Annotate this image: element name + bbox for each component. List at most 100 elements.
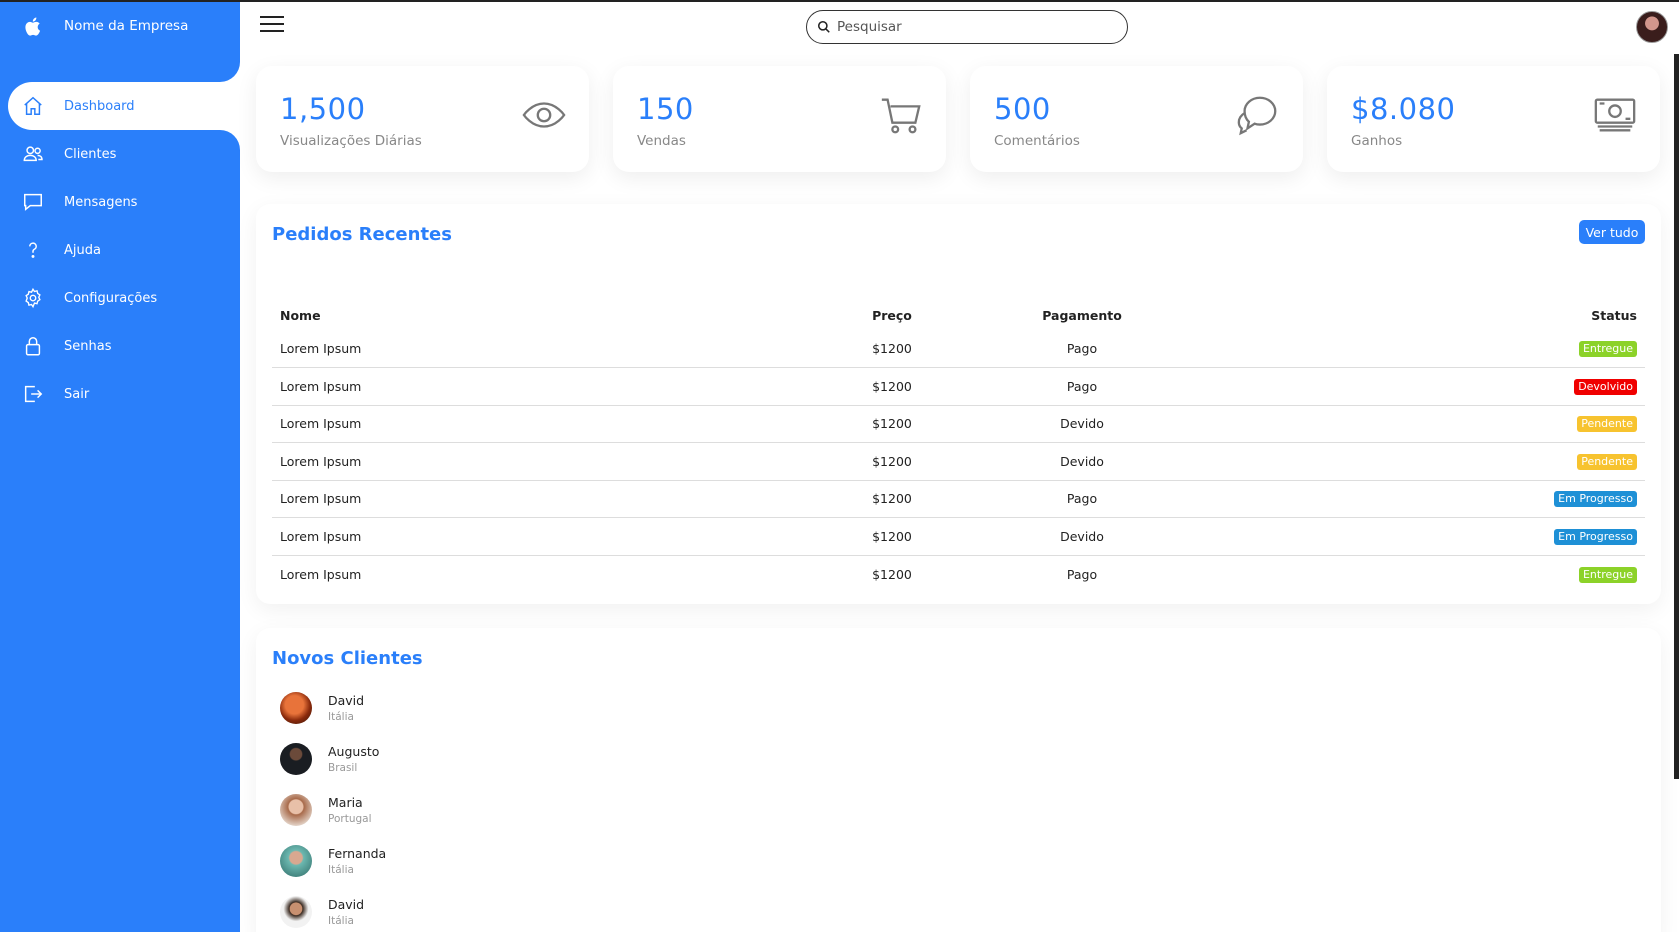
stats-cards: 1,500 Visualizações Diárias 150 Vendas 5… — [256, 66, 1661, 174]
card-comments[interactable]: 500 Comentários — [970, 66, 1303, 172]
user-avatar[interactable] — [1636, 11, 1668, 43]
cart-icon — [881, 98, 921, 134]
scrollbar[interactable] — [1674, 54, 1679, 779]
company-name: Nome da Empresa — [64, 18, 189, 34]
cell-payment: Pago — [1066, 341, 1098, 356]
sidebar-item-sair[interactable]: Sair — [0, 370, 240, 418]
brand[interactable]: Nome da Empresa — [0, 0, 240, 82]
avatar — [280, 742, 312, 775]
column-header-status: Status — [1591, 307, 1637, 323]
sidebar: Nome da Empresa Dashboard Clientes Mensa… — [0, 0, 240, 932]
list-item[interactable]: David Itália — [280, 886, 386, 932]
table-row[interactable]: Lorem Ipsum $1200 Pago Entregue — [272, 554, 1645, 593]
cell-status: Em Progresso — [1222, 517, 1645, 555]
cell-status: Em Progresso — [1222, 479, 1645, 518]
cell-name: Lorem Ipsum — [272, 517, 842, 555]
status-badge: Devolvido — [1574, 378, 1637, 395]
sidebar-item-ajuda[interactable]: Ajuda — [0, 226, 240, 274]
search-box[interactable] — [806, 10, 1128, 44]
lock-icon — [22, 335, 44, 357]
sidebar-nav: Dashboard Clientes Mensagens Ajuda Confi… — [0, 82, 240, 418]
window-top-border — [0, 0, 1679, 2]
hamburger-icon[interactable] — [260, 16, 286, 36]
orders-table: Nome Preço Pagamento Status Lorem Ipsum $… — [272, 300, 1645, 593]
cell-name: Lorem Ipsum — [272, 367, 842, 405]
card-value: 150 — [637, 92, 694, 126]
cell-name: Lorem Ipsum — [272, 479, 842, 518]
table-row[interactable]: Lorem Ipsum $1200 Devido Em Progresso — [272, 517, 1645, 555]
new-clients-title: Novos Clientes — [272, 648, 423, 669]
cell-payment: Pago — [942, 554, 1222, 593]
settings-icon — [22, 287, 44, 309]
search-input[interactable] — [837, 19, 1107, 35]
list-item[interactable]: David Itália — [280, 682, 386, 733]
client-info: David Itália — [328, 897, 364, 927]
cell-price: $1200 — [842, 442, 942, 480]
sidebar-item-label: Sair — [64, 386, 90, 402]
table-row[interactable]: Lorem Ipsum $1200 Devido Pendente — [272, 404, 1645, 443]
sidebar-item-label: Senhas — [64, 338, 112, 354]
avatar — [280, 793, 312, 826]
list-item[interactable]: Maria Portugal — [280, 784, 386, 835]
status-badge: Pendente — [1577, 416, 1637, 433]
search-icon — [817, 20, 830, 33]
sidebar-item-label: Dashboard — [64, 98, 135, 114]
card-label: Ganhos — [1351, 133, 1403, 149]
apple-logo-icon — [22, 14, 42, 38]
client-name: David — [328, 692, 365, 708]
eye-icon — [522, 102, 566, 128]
client-country: Itália — [328, 863, 354, 876]
cell-status: Devolvido — [1222, 367, 1645, 405]
comments-icon — [1237, 96, 1277, 136]
cell-payment: Devido — [942, 517, 1222, 555]
chat-icon — [22, 191, 44, 213]
cell-status: Pendente — [1222, 404, 1645, 443]
cell-status: Entregue — [1222, 554, 1645, 593]
status-badge: Entregue — [1578, 341, 1637, 357]
card-earnings[interactable]: $8.080 Ganhos — [1327, 66, 1660, 172]
card-value: 500 — [994, 92, 1051, 126]
table-row[interactable]: Lorem Ipsum $1200 Pago Em Progresso — [272, 479, 1645, 518]
sidebar-item-label: Ajuda — [64, 242, 101, 258]
avatar — [280, 844, 312, 877]
view-all-button[interactable]: Ver tudo — [1579, 220, 1645, 244]
table-row[interactable]: Lorem Ipsum $1200 Devido Pendente — [272, 442, 1645, 480]
avatar — [280, 691, 312, 724]
status-badge: Entregue — [1578, 566, 1637, 583]
sidebar-item-clientes[interactable]: Clientes — [0, 130, 240, 178]
table-row[interactable]: Lorem Ipsum $1200 Pago Entregue — [272, 330, 1645, 368]
card-sales[interactable]: 150 Vendas — [613, 66, 946, 172]
card-value: 1,500 — [280, 92, 366, 126]
list-item[interactable]: Fernanda Itália — [280, 835, 386, 886]
cell-payment: Devido — [942, 442, 1222, 480]
client-name: Augusto — [328, 743, 380, 759]
client-country: Itália — [328, 914, 354, 927]
cell-payment: Devido — [942, 404, 1222, 443]
card-label: Comentários — [994, 133, 1080, 149]
cell-price: $1200 — [842, 554, 942, 593]
sidebar-item-configuracoes[interactable]: Configurações — [0, 274, 240, 322]
cell-status: Entregue — [1222, 330, 1645, 368]
status-badge: Em Progresso — [1554, 491, 1637, 508]
card-daily-views[interactable]: 1,500 Visualizações Diárias — [256, 66, 589, 172]
sidebar-item-mensagens[interactable]: Mensagens — [0, 178, 240, 226]
sidebar-item-label: Clientes — [64, 146, 117, 162]
column-header-pagamento: Pagamento — [1042, 307, 1122, 323]
help-icon — [22, 239, 44, 261]
client-info: Maria Portugal — [328, 795, 372, 825]
cell-price: $1200 — [842, 404, 942, 443]
table-header-row: Nome Preço Pagamento Status — [272, 300, 1645, 330]
sidebar-item-senhas[interactable]: Senhas — [0, 322, 240, 370]
client-name: Fernanda — [328, 845, 387, 861]
clients-list: David Itália Augusto Brasil Maria Portugal Fer… — [280, 682, 386, 932]
status-badge: Em Progresso — [1554, 528, 1637, 545]
table-row[interactable]: Lorem Ipsum $1200 Pago Devolvido — [272, 367, 1645, 405]
client-country: Brasil — [328, 761, 358, 774]
sidebar-item-dashboard[interactable]: Dashboard — [8, 82, 240, 130]
cell-price: $1200 — [842, 517, 942, 555]
cash-icon — [1594, 98, 1636, 132]
client-info: Fernanda Itália — [328, 846, 386, 876]
cell-price: $1200 — [872, 341, 912, 356]
cell-payment: Pago — [942, 367, 1222, 405]
list-item[interactable]: Augusto Brasil — [280, 733, 386, 784]
